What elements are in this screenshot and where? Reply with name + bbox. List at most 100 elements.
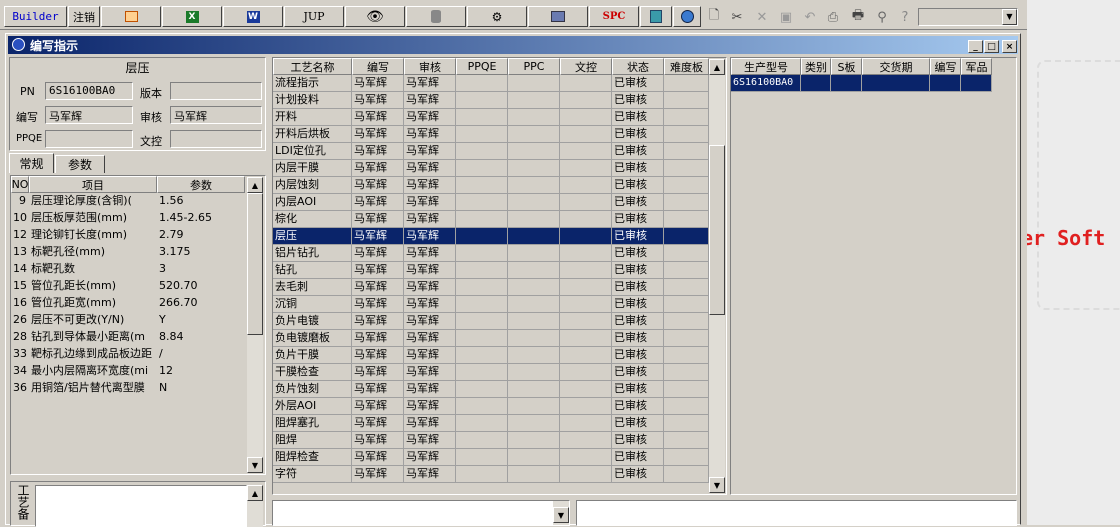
process-scrollbar[interactable]: ▲ ▼: [709, 59, 725, 493]
process-header-7[interactable]: 难度板: [664, 58, 709, 75]
preview-icon[interactable]: ⎙: [823, 7, 843, 27]
save-icon[interactable]: ▣: [776, 7, 796, 27]
process-row[interactable]: 沉铜 马军辉 马军辉 已审核: [273, 296, 709, 313]
process-row[interactable]: LDI定位孔 马军辉 马军辉 已审核: [273, 143, 709, 160]
process-row[interactable]: 阻焊 马军辉 马军辉 已审核: [273, 432, 709, 449]
process-header-3[interactable]: PPQE: [456, 58, 508, 75]
process-row[interactable]: 钻孔 马军辉 马军辉 已审核: [273, 262, 709, 279]
scroll-up-icon[interactable]: ▲: [247, 177, 263, 193]
globe-button[interactable]: [673, 6, 701, 27]
param-scrollbar[interactable]: ▲ ▼: [247, 177, 263, 473]
jup-button[interactable]: JUP: [284, 6, 344, 27]
help-icon[interactable]: ?: [895, 7, 915, 27]
maximize-icon[interactable]: □: [984, 40, 999, 53]
product-header-model[interactable]: 生产型号: [731, 58, 801, 75]
process-row[interactable]: 棕化 马军辉 马军辉 已审核: [273, 211, 709, 228]
process-note-text[interactable]: [35, 485, 247, 527]
spc-button[interactable]: SPC: [589, 6, 639, 27]
process-row[interactable]: 阻焊塞孔 马军辉 马军辉 已审核: [273, 415, 709, 432]
process-row[interactable]: 阻焊检查 马军辉 马军辉 已审核: [273, 449, 709, 466]
remark-box-right[interactable]: [576, 500, 1017, 526]
param-row[interactable]: 13 标靶孔径(mm) 3.175: [11, 244, 247, 261]
toolbar-combo[interactable]: ▼: [918, 8, 1018, 26]
process-row[interactable]: 铝片钻孔 马军辉 马军辉 已审核: [273, 245, 709, 262]
ppqe-field[interactable]: [45, 130, 133, 148]
cut-icon[interactable]: ✂: [727, 7, 747, 27]
param-row[interactable]: 10 层压板厚范围(mm) 1.45-2.65: [11, 210, 247, 227]
writer-field[interactable]: 马军辉: [45, 106, 133, 124]
version-field[interactable]: [170, 82, 262, 100]
process-row[interactable]: 流程指示 马军辉 马军辉 已审核: [273, 75, 709, 92]
chevron-down-icon[interactable]: ▼: [1002, 9, 1017, 25]
product-row[interactable]: 6S16100BA0: [731, 75, 992, 92]
process-row[interactable]: 负片干膜 马军辉 马军辉 已审核: [273, 347, 709, 364]
param-row[interactable]: 14 标靶孔数 3: [11, 261, 247, 278]
pn-field[interactable]: 6S16100BA0: [45, 82, 133, 100]
database-button[interactable]: [406, 6, 466, 27]
find-icon[interactable]: ⚲: [872, 7, 892, 27]
process-scroll-down-icon[interactable]: ▼: [709, 477, 725, 493]
note-scrollbar[interactable]: ▲: [247, 485, 263, 527]
process-row[interactable]: 外层AOI 马军辉 马军辉 已审核: [273, 398, 709, 415]
process-row[interactable]: 计划投料 马军辉 马军辉 已审核: [273, 92, 709, 109]
process-header-5[interactable]: 文控: [560, 58, 612, 75]
param-row[interactable]: 28 钻孔到导体最小距离(m 8.84: [11, 329, 247, 346]
process-header-2[interactable]: 审核: [404, 58, 456, 75]
product-header-writer[interactable]: 编写: [930, 58, 961, 75]
param-row[interactable]: 26 层压不可更改(Y/N) Y: [11, 312, 247, 329]
process-row[interactable]: 开料后烘板 马军辉 马军辉 已审核: [273, 126, 709, 143]
tab-parameters[interactable]: 参数: [55, 155, 105, 173]
computer-button[interactable]: [528, 6, 588, 27]
close-icon[interactable]: ×: [1002, 40, 1017, 53]
remark-left-scroll-icon[interactable]: ▼: [553, 507, 569, 523]
product-header-category[interactable]: 类别: [801, 58, 831, 75]
process-header-6[interactable]: 状态: [612, 58, 664, 75]
param-row[interactable]: 15 管位孔距长(mm) 520.70: [11, 278, 247, 295]
doc-control-field[interactable]: [170, 130, 262, 148]
process-header-1[interactable]: 编写: [352, 58, 404, 75]
process-row[interactable]: 内层AOI 马军辉 马军辉 已审核: [273, 194, 709, 211]
process-scroll-thumb[interactable]: [709, 145, 725, 315]
process-row[interactable]: 层压 马军辉 马军辉 已审核: [273, 228, 709, 245]
excel-button[interactable]: X: [162, 6, 222, 27]
product-header-delivery[interactable]: 交货期: [862, 58, 930, 75]
calculator-button[interactable]: [640, 6, 672, 27]
note-scroll-up-icon[interactable]: ▲: [247, 485, 263, 501]
param-row[interactable]: 16 管位孔距宽(mm) 266.70: [11, 295, 247, 312]
process-header-0[interactable]: 工艺名称: [273, 58, 352, 75]
report-button[interactable]: [101, 6, 161, 27]
process-row[interactable]: 开料 马军辉 马军辉 已审核: [273, 109, 709, 126]
scroll-thumb[interactable]: [247, 193, 263, 335]
remark-box-left[interactable]: ▼: [272, 500, 570, 526]
param-row[interactable]: 9 层压理论厚度(含铜)(1.56: [11, 193, 247, 210]
process-row[interactable]: 负电镀磨板 马军辉 马军辉 已审核: [273, 330, 709, 347]
new-file-icon[interactable]: 🗋: [704, 7, 724, 27]
view-button[interactable]: 👁: [345, 6, 405, 27]
process-header-4[interactable]: PPC: [508, 58, 560, 75]
logout-button[interactable]: 注销: [68, 6, 100, 27]
undo-icon[interactable]: ↶: [800, 7, 820, 27]
builder-button[interactable]: Builder: [4, 6, 67, 27]
process-row[interactable]: 去毛刺 马军辉 马军辉 已审核: [273, 279, 709, 296]
scroll-down-icon[interactable]: ▼: [247, 457, 263, 473]
reviewer-field[interactable]: 马军辉: [170, 106, 262, 124]
process-scroll-up-icon[interactable]: ▲: [709, 59, 725, 75]
param-row[interactable]: 36 用铜箔/铝片替代离型膜 N: [11, 380, 247, 397]
process-row[interactable]: 内层蚀刻 马军辉 马军辉 已审核: [273, 177, 709, 194]
minimize-icon[interactable]: _: [968, 40, 983, 53]
remark-left-scrollbar[interactable]: ▼: [553, 501, 569, 525]
tab-general[interactable]: 常规: [9, 153, 54, 173]
param-row[interactable]: 12 理论铆钉长度(mm) 2.79: [11, 227, 247, 244]
tools-button[interactable]: ⚙: [467, 6, 527, 27]
process-row[interactable]: 内层干膜 马军辉 马军辉 已审核: [273, 160, 709, 177]
product-header-military[interactable]: 军品: [961, 58, 992, 75]
delete-icon[interactable]: ✕: [752, 7, 772, 27]
process-row[interactable]: 负片电镀 马军辉 马军辉 已审核: [273, 313, 709, 330]
process-row[interactable]: 负片蚀刻 马军辉 马军辉 已审核: [273, 381, 709, 398]
word-button[interactable]: W: [223, 6, 283, 27]
param-row[interactable]: 34 最小内层隔离环宽度(mi 12: [11, 363, 247, 380]
print-icon[interactable]: 🖶: [848, 7, 868, 27]
process-row[interactable]: 字符 马军辉 马军辉 已审核: [273, 466, 709, 483]
process-row[interactable]: 干膜检查 马军辉 马军辉 已审核: [273, 364, 709, 381]
param-row[interactable]: 33 靶标孔边缘到成品板边距 /: [11, 346, 247, 363]
